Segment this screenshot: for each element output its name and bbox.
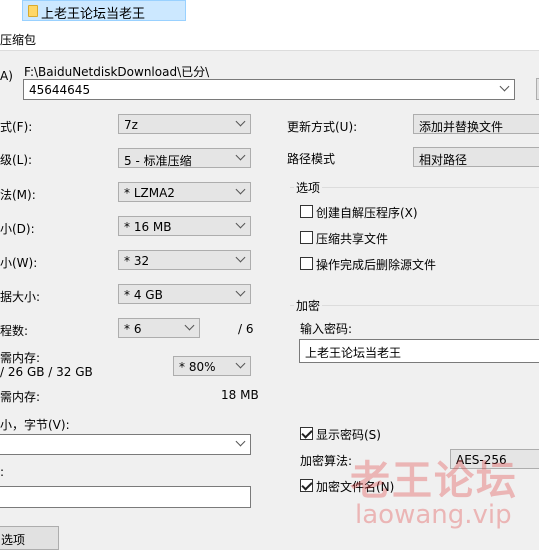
dialog-titlebar: 压缩包 [0,26,539,51]
shared-files-label: 压缩共享文件 [316,232,389,246]
mem-compress-detail: / 26 GB / 32 GB [0,365,93,379]
delete-source-checkbox[interactable] [300,257,313,270]
params-label: : [0,465,5,479]
chevron-down-icon [235,218,246,229]
encryption-group-frame [290,305,539,306]
chevron-down-icon [184,320,195,331]
solid-value: * 4 GB [124,288,163,302]
dict-select[interactable]: * 16 MB [118,216,251,236]
mem-percent-value: * 80% [179,360,216,374]
options-button[interactable]: 选项 [0,526,59,550]
mem-percent-select[interactable]: * 80% [173,356,251,376]
encrypt-names-checkbox[interactable] [300,479,313,492]
folder-icon [28,5,38,17]
mem-compress-label: 需内存: [0,351,41,365]
chevron-down-icon [235,116,246,127]
watermark-url: laowang.vip [355,500,512,530]
enc-method-label: 加密算法: [300,454,353,468]
folder-name: 上老王论坛当老王 [41,7,146,22]
solid-label: 据大小: [0,290,41,304]
split-select[interactable] [0,434,251,455]
archive-label: A) [0,69,13,83]
dict-value: * 16 MB [124,220,172,234]
split-label: 小，字节(V): [0,418,70,432]
level-value: 5 - 标准压缩 [124,154,192,168]
path-mode-value: 相对路径 [419,153,468,167]
level-label: 级(L): [0,153,33,167]
update-mode-label: 更新方式(U): [287,120,358,134]
params-input[interactable] [0,486,251,508]
options-group-frame [290,187,539,188]
archive-path: F:\BaiduNetdiskDownload\已分\ [24,65,210,79]
solid-select[interactable]: * 4 GB [118,284,251,304]
method-value: * LZMA2 [124,186,175,200]
chevron-down-icon [235,252,246,263]
word-value: * 32 [124,254,150,268]
chevron-down-icon [499,81,510,92]
chevron-down-icon [235,150,246,161]
threads-select[interactable]: * 6 [118,318,200,338]
password-value: 上老王论坛当老王 [305,346,402,360]
explorer-strip: 上老王论坛当老王 [0,0,539,26]
selected-folder-item[interactable]: 上老王论坛当老王 [22,0,186,22]
format-value: 7z [124,118,138,132]
sfx-label: 创建自解压程序(X) [316,206,418,220]
chevron-down-icon [235,436,246,447]
threads-label: 程数: [0,324,29,338]
update-mode-value: 添加并替换文件 [419,120,504,134]
dict-label: 小(D): [0,222,35,236]
chevron-down-icon [235,286,246,297]
chevron-down-icon [235,358,246,369]
watermark-text: 老王论坛 [350,458,518,504]
update-mode-select[interactable]: 添加并替换文件 [413,114,539,134]
path-mode-label: 路径模式 [287,152,336,166]
word-select[interactable]: * 32 [118,250,251,270]
dialog-title: 压缩包 [0,33,37,47]
method-select[interactable]: * LZMA2 [118,182,251,202]
mem-decompress-value: 18 MB [221,388,259,402]
word-label: 小(W): [0,256,38,270]
archive-name-combo[interactable]: 45644645 [23,79,515,100]
options-group-title: 选项 [294,179,323,196]
delete-source-label: 操作完成后删除源文件 [316,258,437,272]
format-label: 式(F): [0,120,33,134]
password-label: 输入密码: [300,322,353,336]
threads-value: * 6 [124,322,142,336]
shared-files-checkbox[interactable] [300,231,313,244]
mem-decompress-label: 需内存: [0,390,41,404]
format-select[interactable]: 7z [118,114,251,134]
archive-name-value: 45644645 [29,83,91,97]
encryption-group-title: 加密 [294,297,323,314]
threads-max: / 6 [238,322,254,336]
chevron-down-icon [235,184,246,195]
password-input[interactable]: 上老王论坛当老王 [299,339,539,363]
level-select[interactable]: 5 - 标准压缩 [118,148,251,168]
path-mode-select[interactable]: 相对路径 [413,147,539,167]
show-password-label: 显示密码(S) [316,428,381,442]
sfx-checkbox[interactable] [300,205,313,218]
method-label: 法(M): [0,188,36,202]
show-password-checkbox[interactable] [300,427,313,440]
